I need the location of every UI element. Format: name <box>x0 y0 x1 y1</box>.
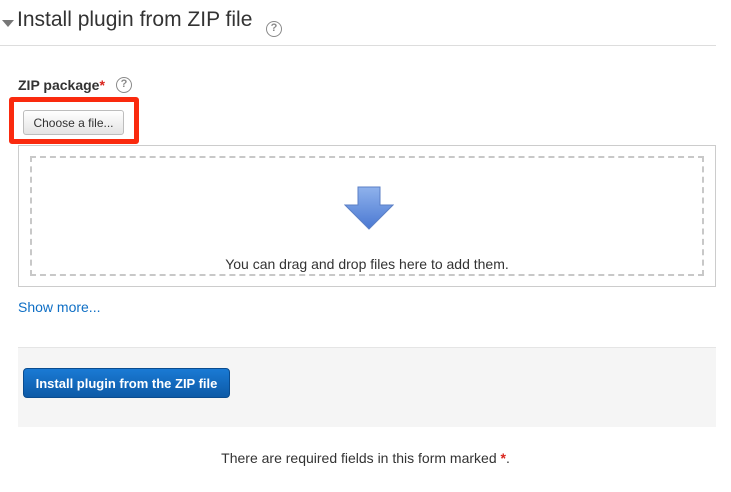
down-arrow-icon <box>344 186 394 230</box>
dropzone-text: You can drag and drop files here to add … <box>225 256 509 272</box>
required-marker: * <box>99 77 105 93</box>
required-note-prefix: There are required fields in this form m… <box>221 450 501 466</box>
zip-package-help-icon[interactable]: ? <box>116 77 132 93</box>
triangle-down-icon[interactable] <box>2 20 14 27</box>
section-header[interactable]: Install plugin from ZIP file ? <box>0 0 716 46</box>
zip-package-label: ZIP package* <box>18 77 105 93</box>
show-more-link[interactable]: Show more... <box>18 299 100 315</box>
form-actions: Install plugin from the ZIP file <box>18 347 716 427</box>
choose-file-button[interactable]: Choose a file... <box>23 110 124 135</box>
zip-package-label-text: ZIP package <box>18 77 100 93</box>
page: Install plugin from ZIP file ? ZIP packa… <box>0 0 731 492</box>
required-note-suffix: . <box>505 450 510 466</box>
file-dropzone[interactable]: You can drag and drop files here to add … <box>30 156 704 276</box>
help-icon[interactable]: ? <box>266 21 282 37</box>
filepicker-container: You can drag and drop files here to add … <box>18 145 716 287</box>
required-fields-note: There are required fields in this form m… <box>0 450 731 466</box>
install-plugin-button[interactable]: Install plugin from the ZIP file <box>23 368 230 398</box>
section-title: Install plugin from ZIP file <box>17 8 253 31</box>
